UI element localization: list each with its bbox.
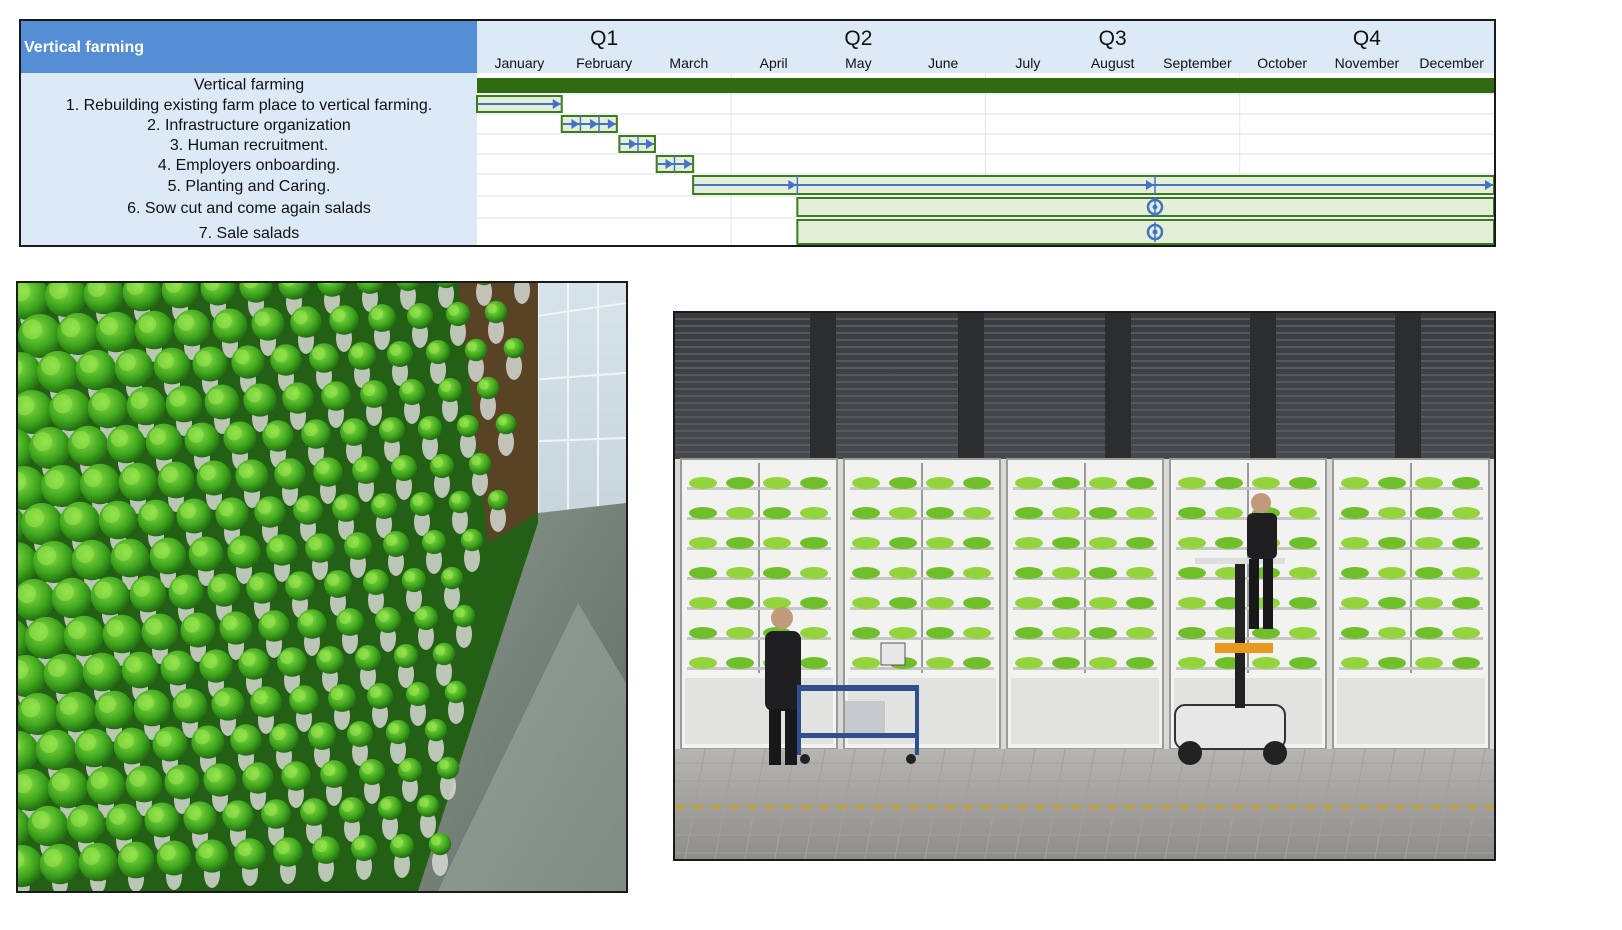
month-label: December [1419,55,1484,71]
task-label: 4. Employers onboarding. [158,157,340,174]
month-label: June [928,55,959,71]
gantt-chart: Vertical farming Q1 Q2 Q3 Q4 January Februar… [19,19,1496,247]
task-bar [796,219,1495,245]
task-bar-group [560,115,618,133]
month-label: March [669,55,708,71]
task-bar-group [796,197,1495,217]
month-label: July [1015,55,1040,71]
month-label: October [1257,55,1307,71]
quarter-label: Q4 [1353,27,1381,50]
month-label: February [576,55,632,71]
task-bar-group [476,95,563,113]
task-label: 3. Human recruitment. [170,137,328,154]
month-label: January [494,55,544,71]
quarter-label: Q1 [590,27,618,50]
task-bar-group [796,219,1495,245]
task-bar-group [618,135,656,153]
indoor-farm-photo [673,311,1496,861]
summary-task-label: Vertical farming [194,77,304,94]
task-label: 5. Planting and Caring. [168,178,331,195]
month-label: November [1335,55,1400,71]
summary-bar [477,78,1494,93]
task-label: 1. Rebuilding existing farm place to ver… [66,97,432,114]
task-label: 6. Sow cut and come again salads [127,200,371,217]
task-label: 2. Infrastructure organization [147,117,351,134]
quarter-label: Q2 [844,27,872,50]
lettuce-wall-photo [16,281,628,893]
task-bar-group [655,155,695,173]
month-label: September [1163,55,1232,71]
task-label: 7. Sale salads [199,225,300,242]
chart-title: Vertical farming [24,39,144,56]
task-bar-group [692,175,1495,195]
task-bar [796,197,1495,217]
month-label: August [1091,55,1135,71]
month-label: May [845,55,871,71]
month-label: April [760,55,788,71]
quarter-label: Q3 [1099,27,1127,50]
